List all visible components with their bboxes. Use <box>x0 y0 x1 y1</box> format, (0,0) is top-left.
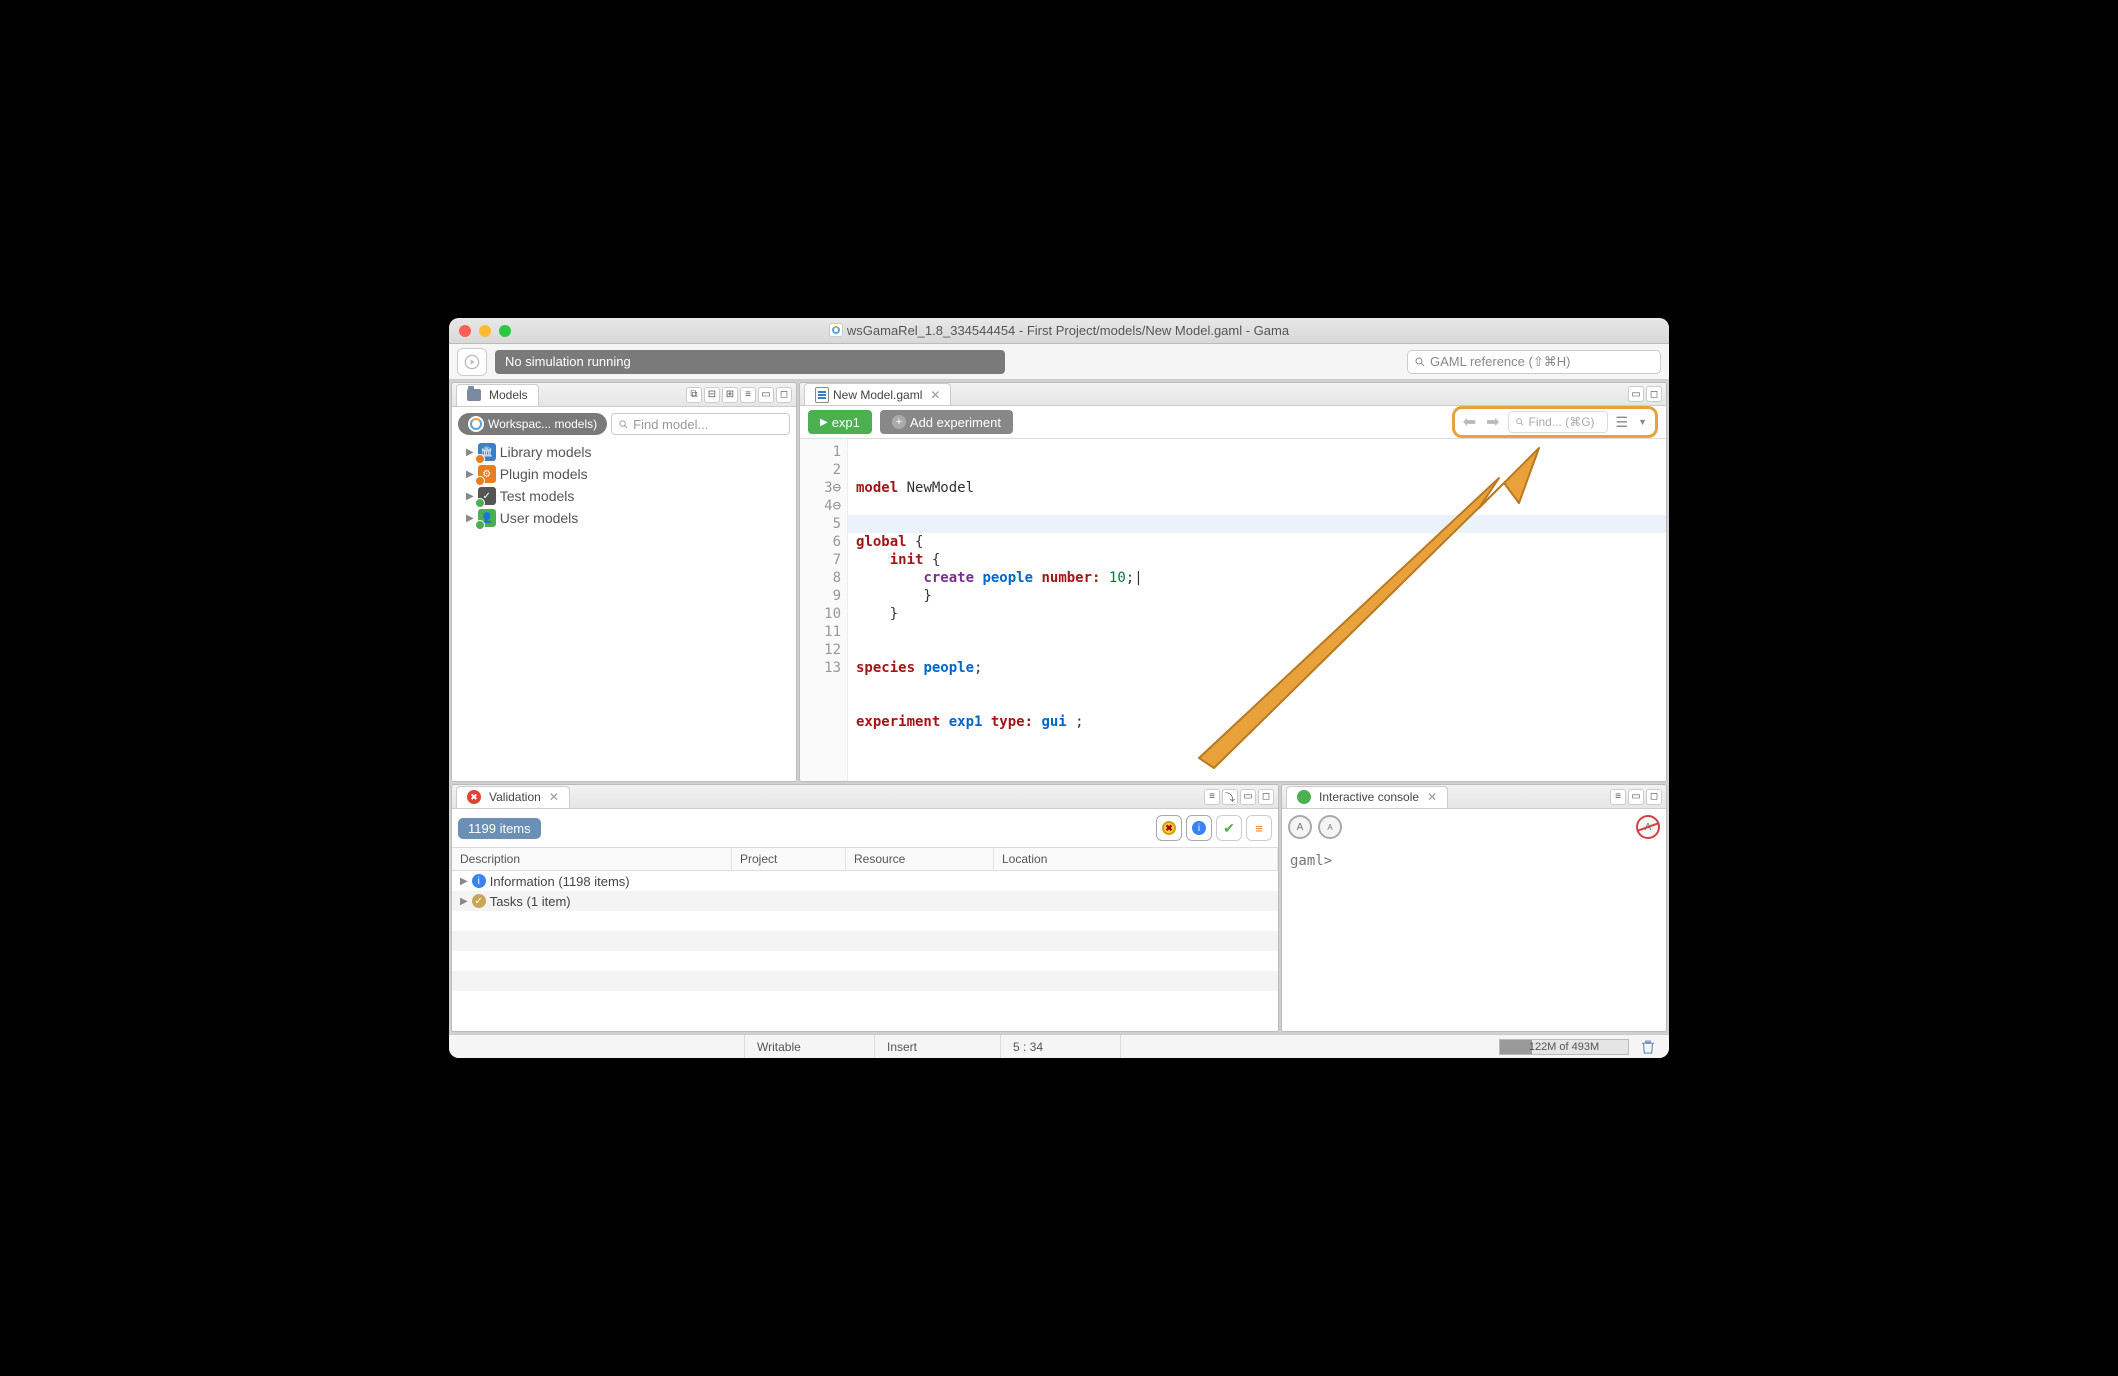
maximize-editor-icon[interactable]: ◻ <box>1646 386 1662 402</box>
maximize-icon[interactable]: ◻ <box>776 387 792 403</box>
minimize-icon[interactable]: ▭ <box>758 387 774 403</box>
error-icon: ✖ <box>467 790 481 804</box>
models-body: Workspac... models) Find model... ▶🏛Libr… <box>452 407 796 781</box>
line-gutter: 123⊖4⊖5678910111213 <box>800 439 848 782</box>
models-toolbar-icons: ⧉ ⊟ ⊞ ≡ ▭ ◻ <box>686 387 792 403</box>
search-icon <box>1414 356 1426 368</box>
simulation-status: No simulation running <box>495 350 1005 374</box>
main-toolbar: No simulation running GAML reference (⇧⌘… <box>449 344 1669 380</box>
close-tab-icon[interactable]: ✕ <box>549 790 559 804</box>
code-content[interactable]: model NewModel global { init { create pe… <box>848 439 1666 782</box>
window-controls <box>459 325 511 337</box>
status-writable: Writable <box>745 1035 875 1058</box>
run-experiment-button[interactable]: exp1 <box>808 410 872 434</box>
tree-item-user[interactable]: ▶👤User models <box>458 507 790 529</box>
expand-all-icon[interactable]: ⊞ <box>722 387 738 403</box>
table-row[interactable]: ▶✓Tasks (1 item) <box>452 891 1278 911</box>
find-in-editor[interactable]: Find... (⌘G) <box>1508 411 1608 433</box>
add-experiment-button[interactable]: +Add experiment <box>880 410 1013 434</box>
sort-icon[interactable]: ≡ <box>740 387 756 403</box>
memory-bar[interactable]: 122M of 493M <box>1499 1039 1629 1055</box>
console-menu-icon[interactable]: ≡ <box>1610 789 1626 805</box>
models-tab[interactable]: Models <box>456 384 539 406</box>
tree-item-plugin[interactable]: ▶⚙Plugin models <box>458 463 790 485</box>
workspace-chip[interactable]: Workspac... models) <box>458 413 607 435</box>
link-editor-icon[interactable]: ⧉ <box>686 387 702 403</box>
play-icon <box>464 354 480 370</box>
console-panel: Interactive console✕ ≡ ▭ ◻ A A A gaml> <box>1281 784 1667 1032</box>
status-insert: Insert <box>875 1035 1001 1058</box>
outline-icon[interactable]: ☰ <box>1614 414 1631 431</box>
highlighted-nav-box: ⬅ ➡ Find... (⌘G) ☰ ▼ <box>1452 406 1658 438</box>
font-increase-icon[interactable]: A <box>1288 815 1312 839</box>
status-bar: Writable Insert 5 : 34 122M of 493M <box>449 1034 1669 1058</box>
validation-rows: ▶iInformation (1198 items) ▶✓Tasks (1 it… <box>452 871 1278 1031</box>
close-window[interactable] <box>459 325 471 337</box>
plus-icon: + <box>892 415 906 429</box>
models-tabbar: Models ⧉ ⊟ ⊞ ≡ ▭ ◻ <box>452 383 796 407</box>
models-panel: Models ⧉ ⊟ ⊞ ≡ ▭ ◻ Workspac... models) F… <box>451 382 797 782</box>
editor-toolbar: exp1 +Add experiment ⬅ ➡ Find... (⌘G) ☰ … <box>800 406 1666 439</box>
run-button[interactable] <box>457 348 487 376</box>
validate-all[interactable]: ✔ <box>1216 815 1242 841</box>
minimize-window[interactable] <box>479 325 491 337</box>
console-tab[interactable]: Interactive console✕ <box>1286 786 1448 808</box>
clear-console-icon[interactable]: A <box>1636 815 1660 839</box>
minimize-editor-icon[interactable]: ▭ <box>1628 386 1644 402</box>
validation-tab[interactable]: ✖Validation✕ <box>456 786 570 808</box>
editor-tabbar: New Model.gaml✕ ▭ ◻ <box>800 383 1666 406</box>
errors-filter[interactable]: ✖ <box>1156 815 1182 841</box>
app-window: wsGamaRel_1.8_334544454 - First Project/… <box>449 318 1669 1058</box>
import-icon[interactable]: ⤵ <box>1222 789 1238 805</box>
table-row[interactable]: ▶iInformation (1198 items) <box>452 871 1278 891</box>
nav-forward-icon[interactable]: ➡ <box>1484 412 1501 432</box>
nav-back-icon[interactable]: ⬅ <box>1461 412 1478 432</box>
status-cursor-pos: 5 : 34 <box>1001 1035 1121 1058</box>
group-by[interactable]: ≡ <box>1246 815 1272 841</box>
close-tab-icon[interactable]: ✕ <box>1427 790 1437 804</box>
gama-icon <box>468 416 484 432</box>
editor-panel: New Model.gaml✕ ▭ ◻ exp1 +Add experiment… <box>799 382 1667 782</box>
main-area: Models ⧉ ⊟ ⊞ ≡ ▭ ◻ Workspac... models) F… <box>449 380 1669 1034</box>
info-filter[interactable]: i <box>1186 815 1212 841</box>
test-icon: ✓ <box>478 487 496 505</box>
filter-icon[interactable]: ≡ <box>1204 789 1220 805</box>
trash-icon[interactable] <box>1639 1038 1657 1056</box>
validation-panel: ✖Validation✕ ≡ ⤵ ▭ ◻ 1199 items ✖ i <box>451 784 1279 1032</box>
gaml-reference-search[interactable]: GAML reference (⇧⌘H) <box>1407 350 1661 374</box>
validation-table-header: Description Project Resource Location <box>452 847 1278 871</box>
console-output[interactable]: gaml> <box>1282 845 1666 1031</box>
find-model-input[interactable]: Find model... <box>611 413 790 435</box>
user-icon: 👤 <box>478 509 496 527</box>
font-decrease-icon[interactable]: A <box>1318 815 1342 839</box>
close-tab-icon[interactable]: ✕ <box>930 388 940 402</box>
app-icon <box>829 323 843 337</box>
folder-icon <box>467 389 481 401</box>
search-icon <box>1515 417 1525 427</box>
info-icon: i <box>472 874 486 888</box>
maximize-icon[interactable]: ◻ <box>1258 789 1274 805</box>
code-editor[interactable]: 123⊖4⊖5678910111213 model NewModel globa… <box>800 439 1666 782</box>
minimize-icon[interactable]: ▭ <box>1628 789 1644 805</box>
maximize-icon[interactable]: ◻ <box>1646 789 1662 805</box>
tree-item-test[interactable]: ▶✓Test models <box>458 485 790 507</box>
zoom-window[interactable] <box>499 325 511 337</box>
search-icon <box>618 419 629 430</box>
items-count-badge: 1199 items <box>458 818 541 839</box>
titlebar: wsGamaRel_1.8_334544454 - First Project/… <box>449 318 1669 344</box>
collapse-all-icon[interactable]: ⊟ <box>704 387 720 403</box>
dropdown-icon[interactable]: ▼ <box>1636 417 1649 427</box>
editor-tab[interactable]: New Model.gaml✕ <box>804 383 951 405</box>
plugin-icon: ⚙ <box>478 465 496 483</box>
window-title: wsGamaRel_1.8_334544454 - First Project/… <box>449 323 1669 338</box>
tree-item-library[interactable]: ▶🏛Library models <box>458 441 790 463</box>
minimize-icon[interactable]: ▭ <box>1240 789 1256 805</box>
gaml-file-icon <box>815 387 829 403</box>
chat-icon <box>1297 790 1311 804</box>
task-icon: ✓ <box>472 894 486 908</box>
library-icon: 🏛 <box>478 443 496 461</box>
bottom-panels: ✖Validation✕ ≡ ⤵ ▭ ◻ 1199 items ✖ i <box>451 784 1667 1032</box>
